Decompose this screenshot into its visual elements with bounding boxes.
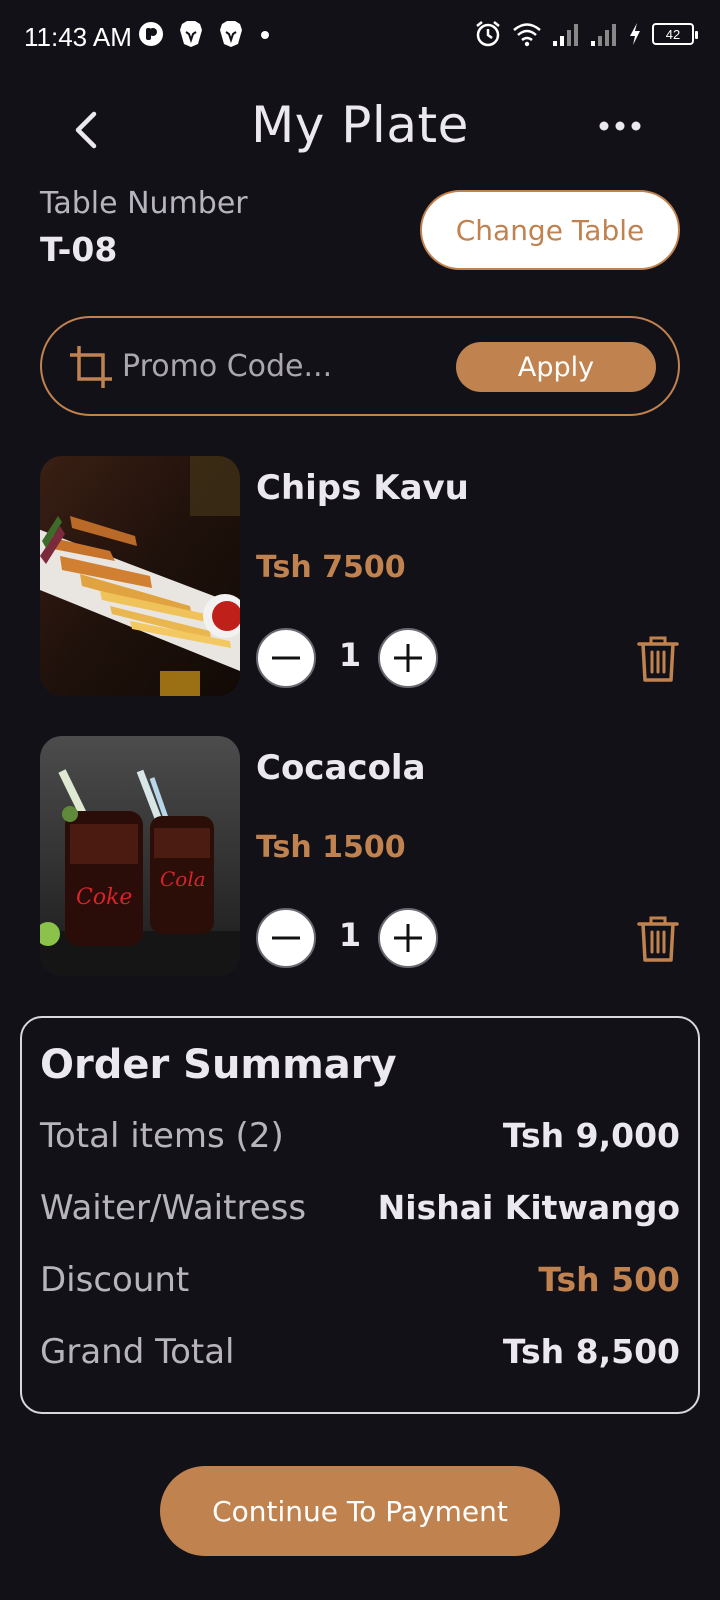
decrease-quantity-button[interactable]	[256, 908, 316, 968]
minus-icon	[272, 936, 300, 940]
signal-icon	[553, 24, 578, 46]
change-table-button[interactable]: Change Table	[420, 190, 680, 270]
delete-item-button[interactable]	[636, 914, 680, 964]
apply-button[interactable]: Apply	[456, 342, 656, 392]
item-image: Coke Cola	[40, 736, 240, 976]
summary-label: Discount	[40, 1260, 190, 1300]
wifi-icon	[513, 23, 541, 47]
battery-indicator: 42	[652, 23, 698, 45]
minus-icon	[272, 656, 300, 660]
continue-to-payment-button[interactable]: Continue To Payment	[160, 1466, 560, 1556]
order-summary-card: Order Summary Total items (2) Tsh 9,000 …	[20, 1016, 700, 1414]
brave-lion-icon	[180, 21, 202, 47]
status-bar: 11:43 AM 42	[0, 0, 720, 74]
svg-text:Coke: Coke	[76, 885, 132, 910]
item-name: Cocacola	[256, 748, 426, 788]
item-price: Tsh 7500	[256, 550, 406, 585]
summary-value: Tsh 9,000	[502, 1116, 680, 1155]
status-right-icons: 42	[474, 20, 698, 48]
promo-code-box: Apply	[40, 316, 680, 416]
summary-row-discount: Discount Tsh 500	[40, 1256, 680, 1306]
table-number-value: T-08	[40, 230, 118, 269]
summary-value: Tsh 8,500	[502, 1332, 680, 1371]
summary-value: Nishai Kitwango	[377, 1188, 680, 1227]
svg-text:Cola: Cola	[160, 867, 206, 891]
order-summary-title: Order Summary	[40, 1042, 397, 1088]
status-left-icons	[138, 20, 272, 48]
item-name: Chips Kavu	[256, 468, 469, 508]
table-number-label: Table Number	[40, 186, 248, 221]
plus-icon	[394, 644, 422, 672]
item-image	[40, 456, 240, 696]
trash-icon	[637, 636, 679, 682]
trash-icon	[637, 916, 679, 962]
summary-row-total-items: Total items (2) Tsh 9,000	[40, 1112, 680, 1162]
summary-row-waiter: Waiter/Waitress Nishai Kitwango	[40, 1184, 680, 1234]
cart-item: Chips Kavu Tsh 7500 1	[40, 456, 680, 696]
increase-quantity-button[interactable]	[378, 908, 438, 968]
summary-value: Tsh 500	[538, 1260, 680, 1299]
status-time: 11:43 AM	[24, 22, 132, 52]
summary-row-grand-total: Grand Total Tsh 8,500	[40, 1328, 680, 1378]
delete-item-button[interactable]	[636, 634, 680, 684]
coca-cola-glasses-photo: Coke Cola	[40, 736, 240, 976]
summary-label: Total items (2)	[40, 1116, 284, 1156]
more-dots-icon	[599, 121, 641, 131]
crop-icon	[70, 346, 112, 388]
dot-icon	[261, 31, 269, 39]
quantity-value: 1	[338, 916, 362, 954]
fried-chicken-fries-photo	[40, 456, 240, 696]
more-options-button[interactable]	[596, 108, 644, 144]
app-icon	[139, 22, 163, 46]
decrease-quantity-button[interactable]	[256, 628, 316, 688]
quantity-value: 1	[338, 636, 362, 674]
charging-icon	[630, 23, 640, 45]
cart-item: Coke Cola Cocacola Tsh 1500 1	[40, 736, 680, 976]
item-price: Tsh 1500	[256, 830, 406, 865]
summary-label: Waiter/Waitress	[40, 1188, 307, 1228]
brave-lion-icon	[220, 21, 242, 47]
increase-quantity-button[interactable]	[378, 628, 438, 688]
header: My Plate	[0, 86, 720, 172]
signal-icon	[591, 24, 616, 46]
promo-code-input[interactable]	[122, 338, 442, 394]
plus-icon	[394, 924, 422, 952]
alarm-icon	[476, 21, 500, 47]
summary-label: Grand Total	[40, 1332, 235, 1372]
